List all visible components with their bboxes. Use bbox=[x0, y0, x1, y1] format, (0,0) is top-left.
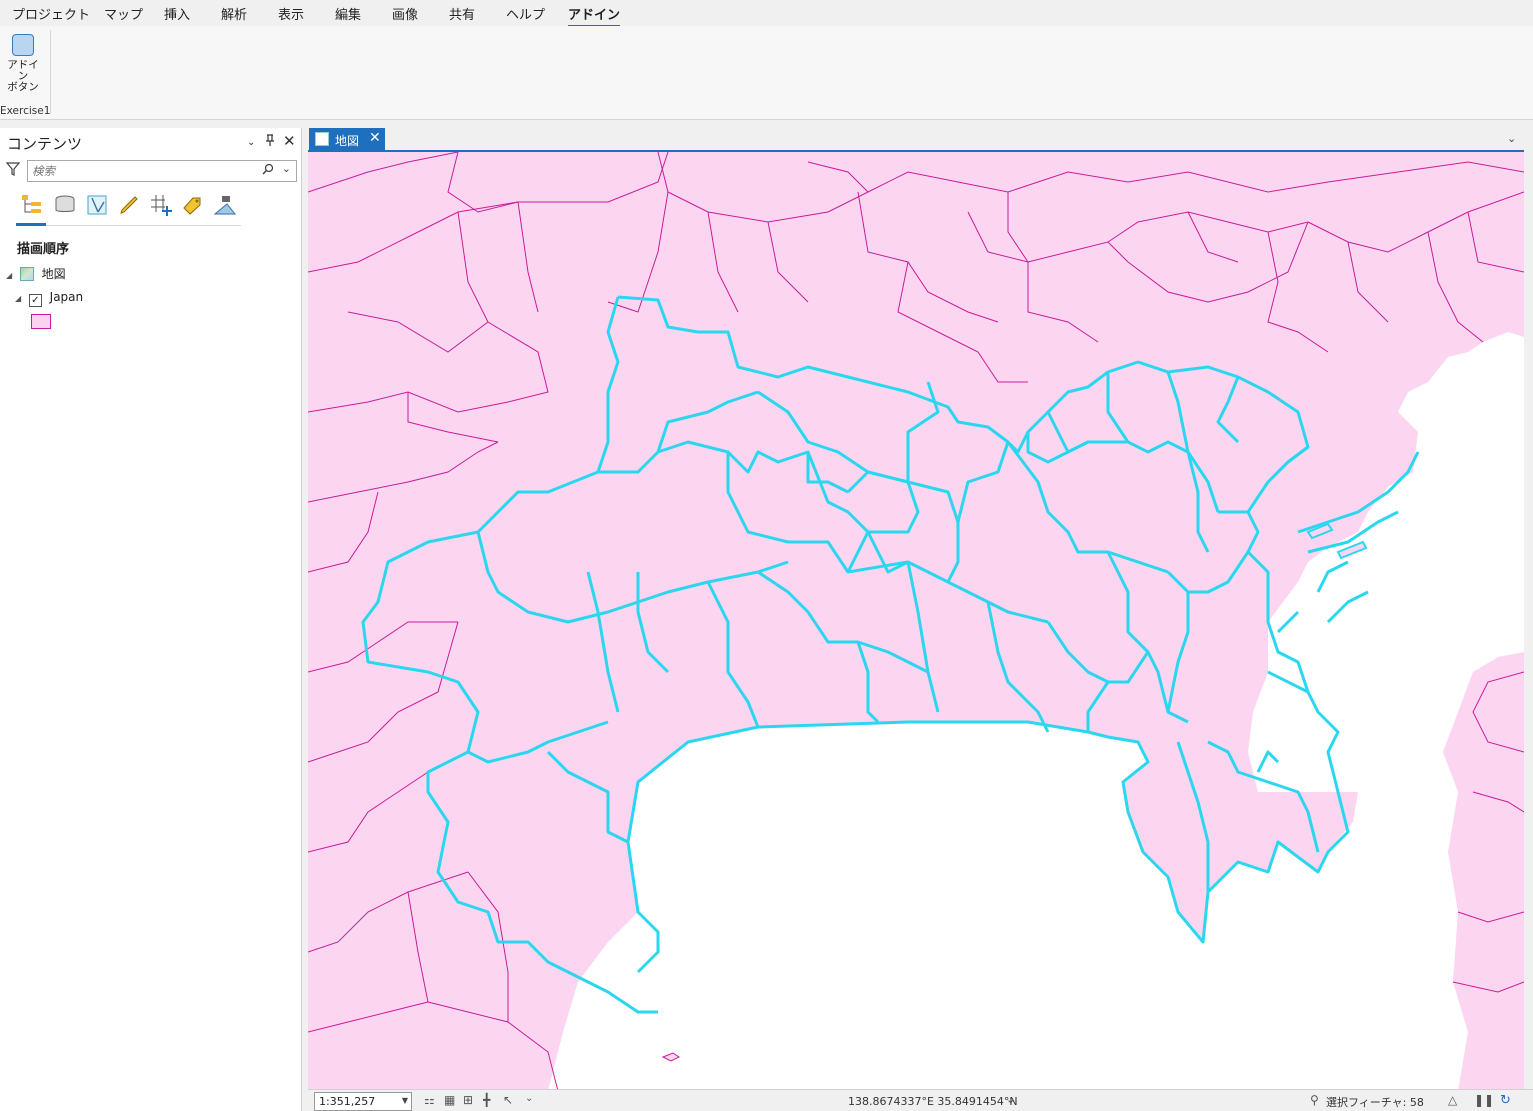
ribbon-group-separator bbox=[50, 30, 51, 114]
land-polygon-east bbox=[1443, 652, 1524, 1089]
tab-share[interactable]: 共有 bbox=[449, 4, 475, 23]
tab-analysis[interactable]: 解析 bbox=[221, 4, 247, 23]
collapse-triangle-icon[interactable]: ◢ bbox=[6, 271, 16, 280]
ribbon: アドイン ボタン Exercise1 bbox=[0, 26, 1533, 120]
list-by-snapping-icon[interactable] bbox=[148, 192, 174, 218]
north-arrow-icon[interactable]: ↖ bbox=[503, 1093, 513, 1107]
search-icon[interactable] bbox=[262, 163, 274, 178]
selection-icon[interactable]: ⚲ bbox=[1310, 1093, 1319, 1107]
list-by-selection-icon[interactable] bbox=[84, 192, 110, 218]
constraint-icon[interactable]: ╋ bbox=[483, 1093, 490, 1107]
map-icon bbox=[315, 132, 329, 146]
tab-project[interactable]: プロジェクト bbox=[12, 4, 90, 23]
fixed-zoom-icon[interactable]: ⚏ bbox=[424, 1093, 435, 1107]
selected-features-count[interactable]: 選択フィーチャ: 58 bbox=[1326, 1094, 1424, 1110]
zoom-to-selection-icon[interactable]: △ bbox=[1448, 1093, 1457, 1107]
layer-name: Japan bbox=[49, 290, 84, 304]
map-node-label: 地図 bbox=[41, 267, 66, 281]
contents-title: コンテンツ bbox=[7, 135, 83, 153]
ribbon-group-label: Exercise1 bbox=[0, 105, 51, 117]
pin-icon[interactable] bbox=[265, 134, 275, 151]
map-status-bar: 1:351,257 ▼ ⚏ ▦ ⊞ ╋ ↖ ⌄ 138.8674337°E 35… bbox=[308, 1089, 1533, 1111]
snapping-icon[interactable]: ⊞ bbox=[463, 1093, 473, 1107]
addin-button-icon bbox=[12, 34, 34, 56]
tab-insert[interactable]: 挿入 bbox=[164, 4, 190, 23]
list-by-drawing-order-icon[interactable] bbox=[16, 192, 46, 226]
drawing-order-heading: 描画順序 bbox=[17, 242, 70, 257]
tree-node-map[interactable]: ◢ 地図 bbox=[6, 265, 66, 282]
view-list-chevron-icon[interactable]: ⌄ bbox=[1507, 132, 1516, 145]
map-canvas[interactable] bbox=[308, 150, 1524, 1089]
tree-node-layer[interactable]: ◢ ✓ Japan bbox=[15, 290, 83, 307]
close-tab-icon[interactable]: ✕ bbox=[369, 130, 381, 146]
map-icon bbox=[19, 267, 34, 281]
tab-view[interactable]: 表示 bbox=[278, 4, 304, 23]
land-polygon bbox=[308, 152, 1524, 1089]
map-tab-label: 地図 bbox=[335, 134, 360, 148]
layer-symbol-swatch[interactable] bbox=[31, 314, 51, 329]
tab-edit[interactable]: 編集 bbox=[335, 4, 361, 23]
map-view-tab[interactable]: 地図 ✕ bbox=[309, 128, 385, 150]
coordinate-readout: 138.8674337°E 35.8491454°N bbox=[848, 1095, 1018, 1108]
layer-visibility-checkbox[interactable]: ✓ bbox=[28, 294, 42, 307]
list-by-editing-icon[interactable] bbox=[116, 192, 142, 218]
ribbon-tab-bar: プロジェクト マップ 挿入 解析 表示 編集 画像 共有 ヘルプ アドイン bbox=[0, 0, 1533, 28]
search-input[interactable] bbox=[32, 163, 252, 179]
status-options-chevron-icon[interactable]: ⌄ bbox=[525, 1093, 533, 1104]
collapse-triangle-icon[interactable]: ◢ bbox=[15, 294, 25, 303]
addin-button-label-line1: アドイン bbox=[7, 59, 39, 82]
search-field[interactable]: ⌄ bbox=[27, 160, 297, 182]
island bbox=[661, 1052, 680, 1062]
list-by-labeling-icon[interactable] bbox=[180, 192, 206, 218]
scale-value: 1:351,257 bbox=[319, 1095, 376, 1108]
map-vertical-scrollbar[interactable] bbox=[1524, 150, 1533, 1089]
contents-toolbar bbox=[16, 190, 241, 226]
scale-dropdown-icon[interactable]: ▼ bbox=[402, 1096, 408, 1105]
tab-map[interactable]: マップ bbox=[104, 4, 143, 23]
addin-button[interactable]: アドイン ボタン bbox=[4, 32, 42, 94]
tab-help[interactable]: ヘルプ bbox=[506, 4, 545, 23]
addin-button-label-line2: ボタン bbox=[7, 81, 39, 93]
coordinate-format-chevron-icon[interactable]: ⌄ bbox=[1006, 1093, 1015, 1106]
grid-icon[interactable]: ▦ bbox=[444, 1093, 455, 1107]
list-by-source-icon[interactable] bbox=[52, 192, 78, 218]
search-options-chevron-icon[interactable]: ⌄ bbox=[282, 162, 291, 175]
contents-pane: コンテンツ ⌄ ✕ ⌄ bbox=[0, 128, 302, 1111]
map-drawing bbox=[308, 152, 1524, 1089]
tab-addin[interactable]: アドイン bbox=[568, 4, 621, 28]
tab-imagery[interactable]: 画像 bbox=[392, 4, 418, 23]
scale-selector[interactable]: 1:351,257 ▼ bbox=[314, 1092, 412, 1111]
pause-drawing-icon[interactable]: ❚❚ bbox=[1474, 1093, 1494, 1107]
close-icon[interactable]: ✕ bbox=[283, 132, 296, 150]
pane-options-chevron-icon[interactable]: ⌄ bbox=[247, 137, 255, 148]
filter-icon[interactable] bbox=[5, 162, 21, 179]
refresh-icon[interactable]: ↻ bbox=[1500, 1093, 1511, 1108]
list-by-perspective-imagery-icon[interactable] bbox=[212, 192, 238, 218]
